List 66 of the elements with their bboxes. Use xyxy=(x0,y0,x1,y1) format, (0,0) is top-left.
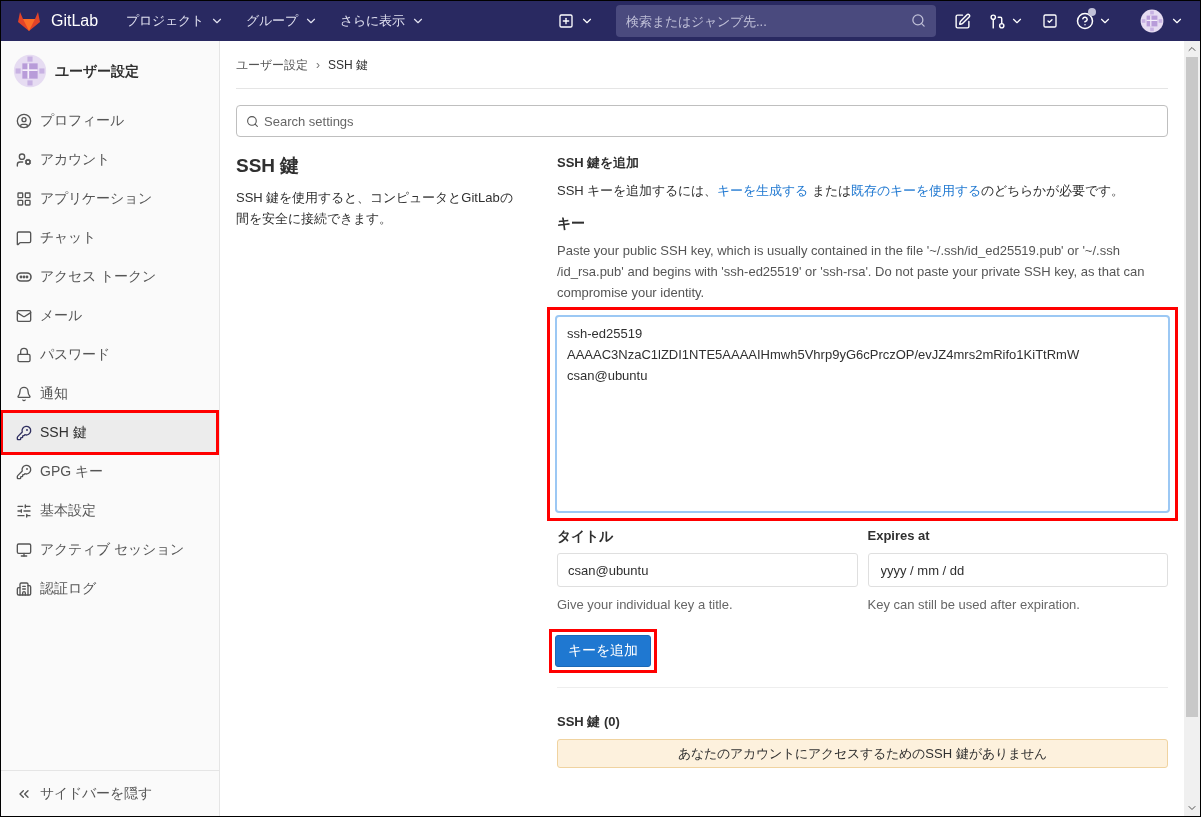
expires-label: Expires at xyxy=(867,527,931,545)
user-avatar xyxy=(1140,9,1164,33)
grid-icon xyxy=(16,190,32,207)
settings-avatar xyxy=(13,54,47,88)
sidebar-item[interactable]: GPG キー xyxy=(3,452,216,491)
user-gear-icon xyxy=(16,151,32,168)
title-label: タイトル xyxy=(557,527,614,546)
key-label: キー xyxy=(557,214,586,233)
title-help-text: Give your individual key a title. xyxy=(557,596,734,614)
sidebar-item[interactable]: SSH 鍵 xyxy=(3,413,216,452)
key-textarea[interactable]: ssh-ed25519 AAAAC3NzaC1lZDI1NTE5AAAAIHmwh5Vhrp9yG6cPrczOP/evJZ4mrs2mRifo1KiTtRmW csan@ubuntu xyxy=(555,315,1170,513)
sidebar-item[interactable]: アクセス トークン xyxy=(3,257,216,296)
key-help-text: Paste your public SSH key, which is usually contained in the file '~/.ssh/id_ed25519.pub' or '~/.ssh /id_rsa.pub' and begins with 'ssh-ed25519' or 'ssh-rsa'. Do not paste your private SSH key, as that can compromise your identity. xyxy=(557,242,1146,302)
existing-key-link[interactable]: 既存のキーを使用する xyxy=(850,183,981,198)
token-icon xyxy=(16,271,32,282)
chat-icon xyxy=(16,229,32,246)
brand-name[interactable]: GitLab xyxy=(51,9,99,33)
add-key-heading: SSH 鍵を追加 xyxy=(557,154,641,172)
expires-help-text: Key can still be used after expiration. xyxy=(867,596,1081,614)
nav-menu[interactable]: グループ xyxy=(246,11,319,31)
building-icon xyxy=(16,580,32,597)
generate-key-link[interactable]: キーを生成する xyxy=(717,183,809,198)
monitor-icon xyxy=(16,541,32,558)
add-key-button[interactable]: キーを追加 xyxy=(555,634,651,667)
bell-icon xyxy=(16,385,32,402)
sidebar-item[interactable]: アプリケーション xyxy=(3,179,216,218)
sidebar-item[interactable]: パスワード xyxy=(3,335,216,374)
breadcrumb-link[interactable]: SSH 鍵 xyxy=(328,55,368,74)
sidebar-item[interactable]: プロフィール xyxy=(3,101,216,140)
mail-icon xyxy=(16,307,32,324)
fox-logo-icon[interactable] xyxy=(17,10,41,32)
key-icon xyxy=(16,424,32,441)
search-icon xyxy=(246,115,259,128)
section-description: SSH 鍵を使用すると、コンピュータとGitLabの間を安全に接続できます。 xyxy=(236,189,514,228)
sidebar-item[interactable]: 基本設定 xyxy=(3,491,216,530)
sidebar-item[interactable]: メール xyxy=(3,296,216,335)
sidebar-item[interactable]: 認証ログ xyxy=(3,569,216,608)
collapse-sidebar-button[interactable]: サイドバーを隠す xyxy=(1,770,219,816)
sidebar-item[interactable]: チャット xyxy=(3,218,216,257)
breadcrumb-link[interactable]: ユーザー設定 xyxy=(236,55,308,74)
plus-square-icon xyxy=(558,13,574,29)
key-icon xyxy=(16,463,32,480)
todo-icon[interactable] xyxy=(1042,13,1058,29)
help-icon[interactable] xyxy=(1076,12,1094,30)
nav-menu[interactable]: さらに表示 xyxy=(340,11,426,31)
scrollbar[interactable] xyxy=(1184,41,1200,816)
sidebar-item[interactable]: アクティブ セッション xyxy=(3,530,216,569)
search-field[interactable]: 検索またはジャンプ先... xyxy=(616,5,936,37)
sidebar-item[interactable]: 通知 xyxy=(3,374,216,413)
ssh-keys-heading: SSH 鍵 (0) xyxy=(557,712,621,731)
edit-icon[interactable] xyxy=(954,12,971,30)
merge-request-icon[interactable] xyxy=(989,12,1006,30)
title-input[interactable]: csan@ubuntu xyxy=(557,553,858,587)
settings-search-field[interactable]: Search settings xyxy=(236,105,1168,137)
add-key-intro: SSH キーを追加するには、キーを生成する または既存のキーを使用するのどちらかが必要です。 xyxy=(557,182,1125,200)
sidebar-title: ユーザー設定 xyxy=(55,61,139,81)
nav-menu[interactable]: プロジェクト xyxy=(126,11,225,31)
user-circle-icon xyxy=(16,112,32,129)
breadcrumb-separator: › xyxy=(316,56,320,74)
expires-date-input[interactable]: yyyy / mm / dd xyxy=(867,553,1168,587)
search-icon xyxy=(911,13,926,28)
section-title: SSH 鍵 xyxy=(236,154,301,178)
empty-keys-alert: あなたのアカウントにアクセスするためのSSH 鍵がありません xyxy=(557,739,1168,768)
lock-icon xyxy=(16,346,32,363)
sidebar-item[interactable]: アカウント xyxy=(3,140,216,179)
sliders-icon xyxy=(16,502,32,519)
